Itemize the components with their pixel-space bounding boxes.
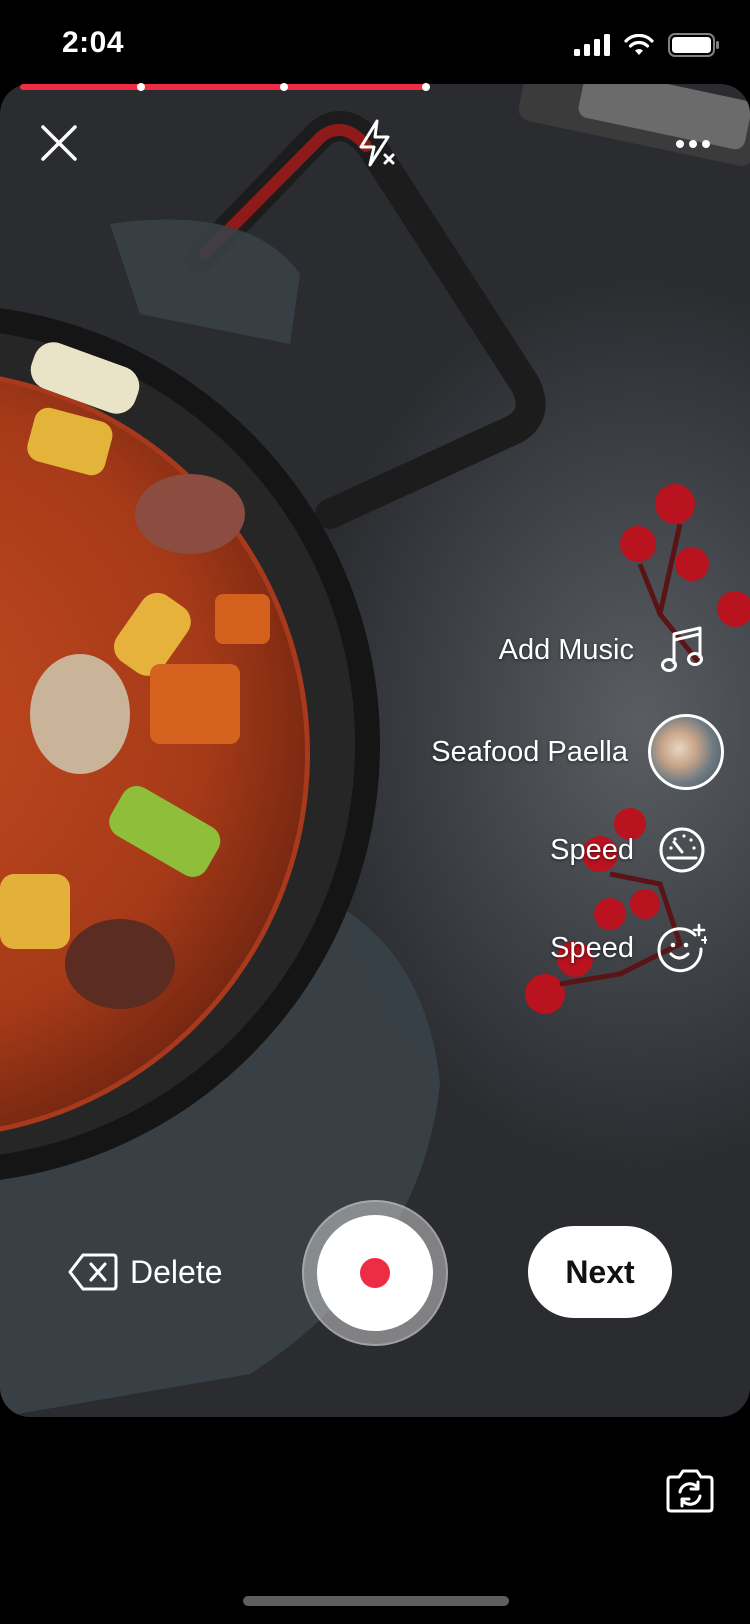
more-button[interactable] xyxy=(672,130,714,158)
backspace-icon xyxy=(68,1253,118,1291)
face-sparkle-icon xyxy=(654,920,710,976)
camera-flip-button[interactable] xyxy=(664,1468,716,1514)
next-button[interactable]: Next xyxy=(528,1226,672,1318)
flash-off-icon xyxy=(359,119,395,167)
music-note-icon xyxy=(654,622,710,678)
status-bar: 2:04 xyxy=(0,0,750,88)
battery-icon xyxy=(668,33,719,57)
close-button[interactable] xyxy=(36,120,82,166)
status-time: 2:04 xyxy=(62,26,125,59)
add-music-option[interactable]: Add Music xyxy=(499,622,750,678)
recipe-option[interactable]: Seafood Paella xyxy=(431,714,750,790)
recording-progress-bar xyxy=(20,84,430,90)
close-icon xyxy=(41,125,77,161)
effects-label: Speed xyxy=(550,931,634,964)
segment-marker xyxy=(422,83,430,91)
effects-option[interactable]: Speed xyxy=(550,920,750,976)
signal-icon xyxy=(574,34,610,56)
more-dots-icon xyxy=(676,140,710,148)
record-button[interactable] xyxy=(302,1200,448,1346)
delete-label: Delete xyxy=(130,1253,223,1290)
segment-marker xyxy=(137,83,145,91)
delete-button[interactable]: Delete xyxy=(68,1250,223,1294)
recipe-label: Seafood Paella xyxy=(431,735,628,768)
recipe-thumbnail xyxy=(648,714,724,790)
record-button-inner xyxy=(317,1215,433,1331)
flash-button[interactable] xyxy=(354,118,400,170)
home-indicator[interactable] xyxy=(243,1596,509,1606)
speedometer-icon xyxy=(654,822,710,878)
add-music-label: Add Music xyxy=(498,633,634,666)
camera-flip-icon xyxy=(666,1469,714,1513)
record-indicator xyxy=(360,1258,390,1288)
speed-option[interactable]: Speed xyxy=(550,822,750,878)
wifi-icon xyxy=(624,34,654,55)
status-icons xyxy=(574,33,720,57)
segment-marker xyxy=(280,83,288,91)
speed-label: Speed xyxy=(550,833,634,866)
